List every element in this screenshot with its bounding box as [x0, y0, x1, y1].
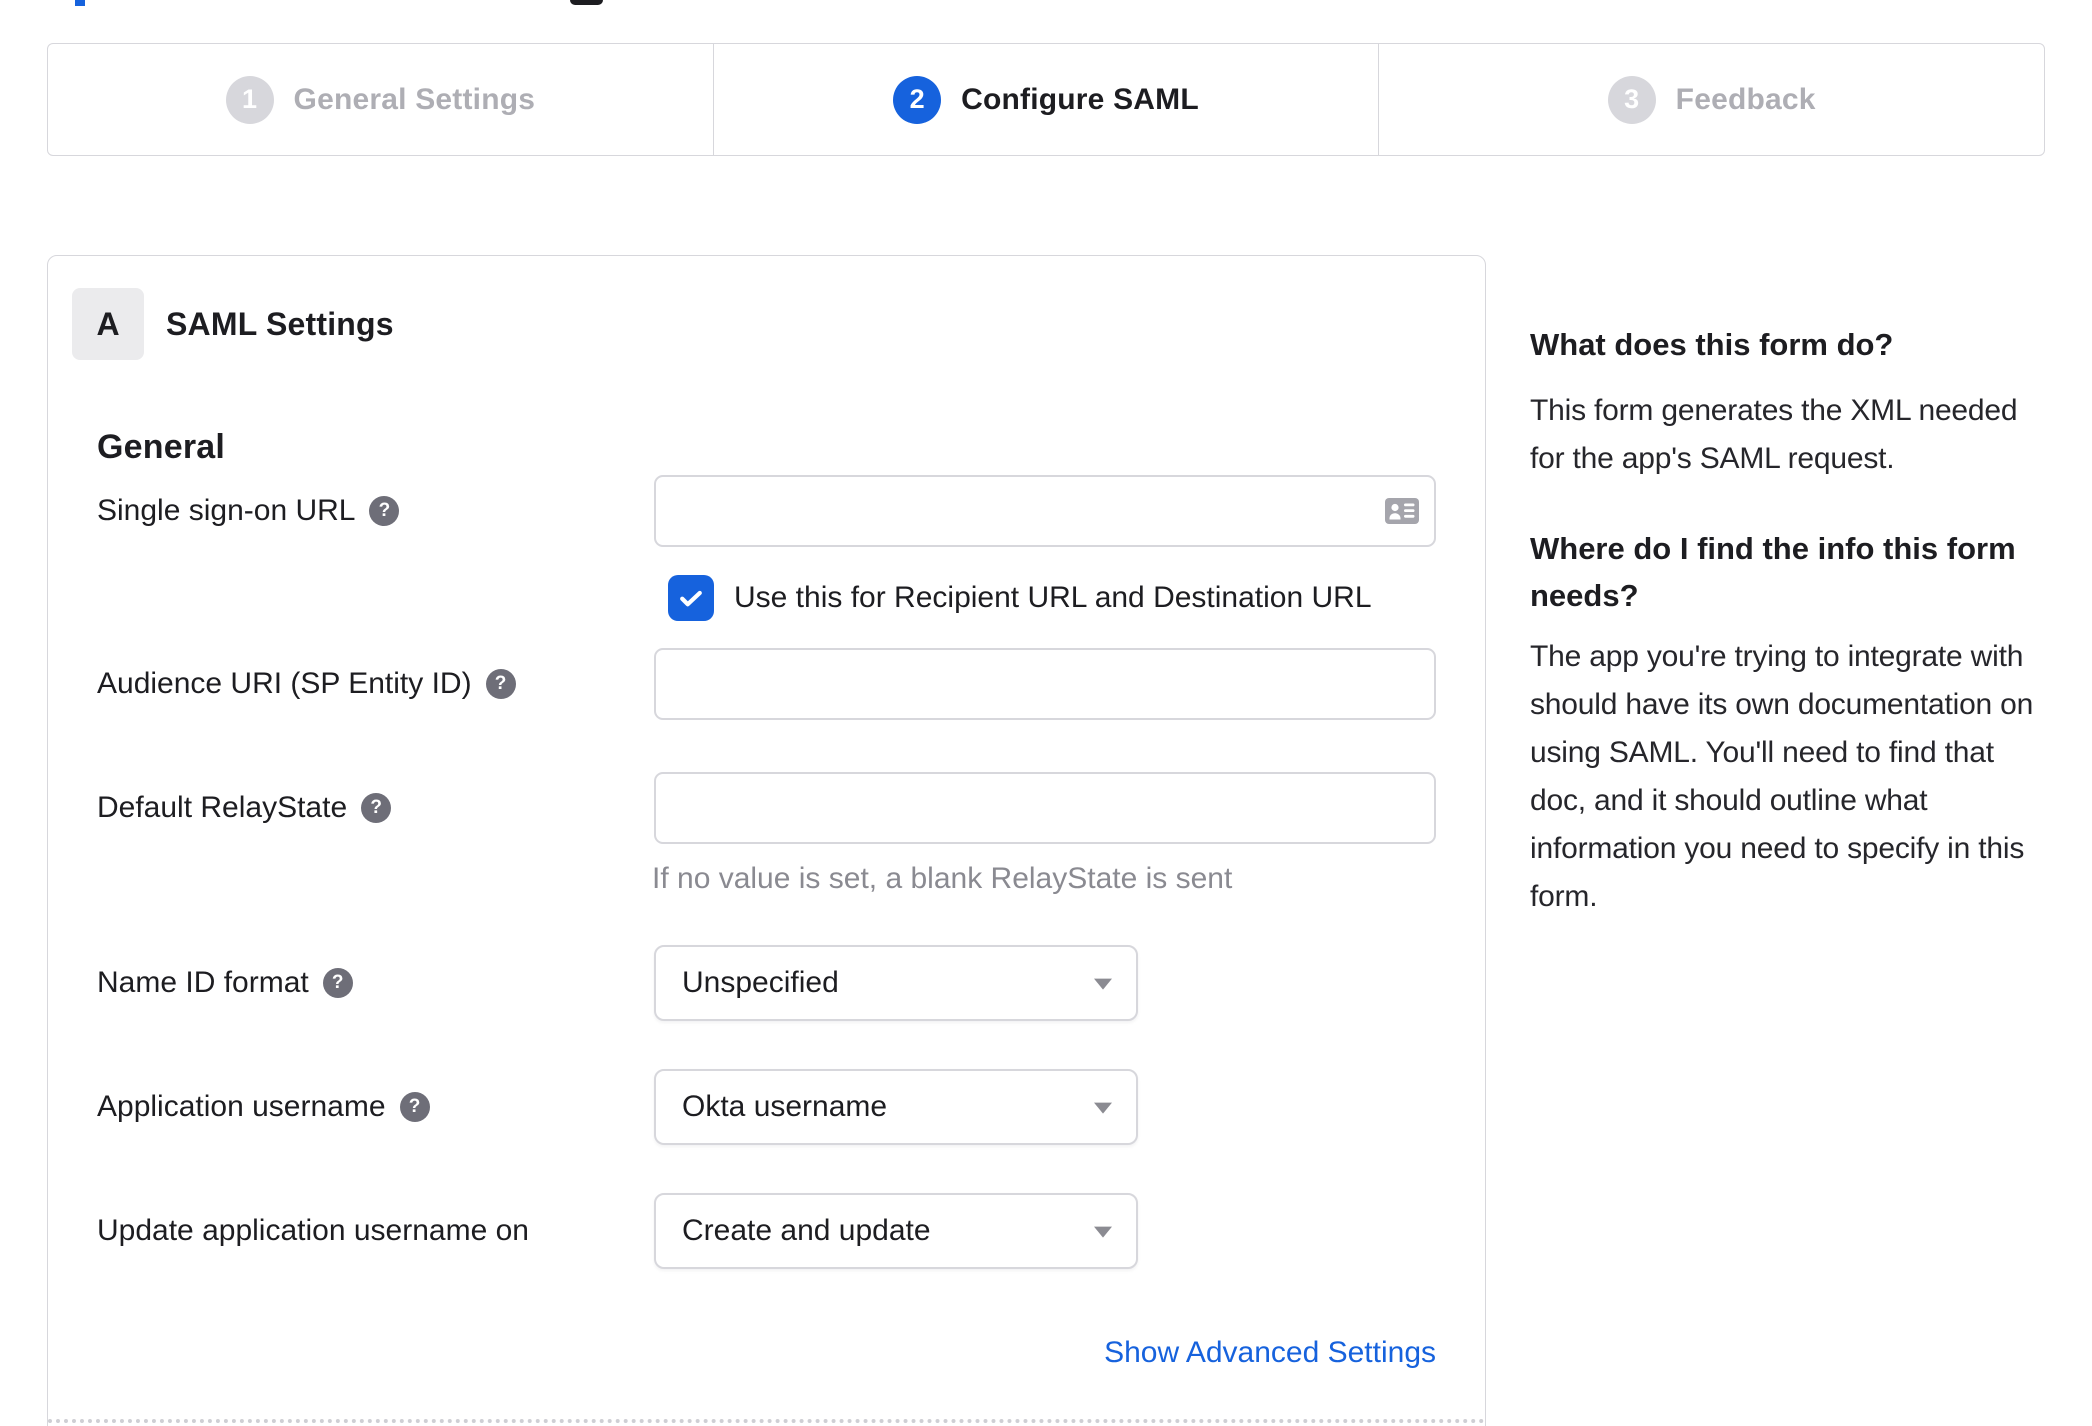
step-3-circle: 3	[1607, 75, 1656, 124]
show-advanced-settings-link[interactable]: Show Advanced Settings	[654, 1336, 1436, 1370]
sso-url-label: Single sign-on URL ?	[97, 491, 400, 531]
relay-state-label-text: Default RelayState	[97, 791, 348, 824]
check-icon	[680, 590, 702, 607]
audience-uri-input[interactable]	[654, 648, 1436, 720]
header-remnant-logo	[570, 0, 603, 5]
chevron-down-icon	[1094, 978, 1112, 990]
relay-state-input[interactable]	[654, 772, 1436, 844]
step-2-circle: 2	[893, 75, 942, 124]
step-general-settings: 1 General Settings	[48, 44, 713, 155]
sso-url-label-text: Single sign-on URL	[97, 494, 356, 527]
application-username-label: Application username ?	[97, 1087, 430, 1127]
contact-card-icon	[1385, 498, 1419, 524]
sidebar-answer-2: The app you're trying to integrate with …	[1530, 640, 2034, 913]
sidebar-question-2: Where do I find the info this form needs…	[1530, 531, 2016, 613]
section-a-badge: A	[72, 288, 144, 360]
recipient-url-checkbox-label: Use this for Recipient URL and Destinati…	[734, 581, 1372, 614]
name-id-format-label-text: Name ID format	[97, 966, 309, 999]
general-section-heading: General	[97, 428, 226, 466]
sidebar-question-1: What does this form do?	[1530, 327, 1894, 362]
step-3-label: Feedback	[1675, 82, 1816, 116]
panel-title: SAML Settings	[166, 305, 394, 342]
application-username-select[interactable]: Okta username	[654, 1069, 1138, 1145]
update-username-select[interactable]: Create and update	[654, 1193, 1138, 1269]
wizard-stepper: 1 General Settings 2 Configure SAML 3 Fe…	[47, 43, 2045, 156]
name-id-format-select[interactable]: Unspecified	[654, 945, 1138, 1021]
audience-uri-label-text: Audience URI (SP Entity ID)	[97, 667, 472, 700]
step-1-label: General Settings	[293, 82, 536, 116]
chevron-down-icon	[1094, 1102, 1112, 1114]
step-feedback: 3 Feedback	[1378, 44, 2044, 155]
application-username-help-icon[interactable]: ?	[399, 1092, 430, 1122]
update-username-label: Update application username on	[97, 1211, 529, 1251]
saml-settings-panel: A SAML Settings General Single sign-on U…	[47, 255, 1486, 1426]
name-id-format-help-icon[interactable]: ?	[322, 968, 353, 998]
relay-state-help-icon[interactable]: ?	[361, 793, 392, 823]
help-sidebar: What does this form do? This form genera…	[1530, 325, 2035, 963]
update-username-label-text: Update application username on	[97, 1214, 529, 1247]
application-username-value: Okta username	[682, 1090, 888, 1123]
step-2-label: Configure SAML	[961, 82, 1199, 116]
update-username-value: Create and update	[682, 1214, 931, 1247]
chevron-down-icon	[1094, 1226, 1112, 1238]
step-configure-saml: 2 Configure SAML	[712, 44, 1379, 155]
recipient-url-checkbox[interactable]	[668, 575, 714, 621]
relay-state-label: Default RelayState ?	[97, 788, 392, 828]
sso-url-help-icon[interactable]: ?	[369, 496, 400, 526]
name-id-format-label: Name ID format ?	[97, 963, 353, 1003]
configure-saml-page: 1 General Settings 2 Configure SAML 3 Fe…	[0, 0, 2092, 1426]
application-username-label-text: Application username	[97, 1090, 386, 1123]
audience-uri-label: Audience URI (SP Entity ID) ?	[97, 664, 516, 704]
step-1-circle: 1	[225, 75, 274, 124]
header-remnant-blue	[75, 0, 85, 6]
sso-url-input[interactable]	[654, 475, 1436, 547]
sso-url-input-wrap	[654, 475, 1436, 547]
sidebar-answer-1: This form generates the XML needed for t…	[1530, 394, 2018, 475]
relay-state-hint: If no value is set, a blank RelayState i…	[652, 862, 1233, 895]
section-divider	[48, 1419, 1485, 1423]
audience-uri-help-icon[interactable]: ?	[485, 669, 516, 699]
name-id-format-value: Unspecified	[682, 966, 839, 999]
recipient-url-checkbox-row: Use this for Recipient URL and Destinati…	[668, 575, 1372, 621]
